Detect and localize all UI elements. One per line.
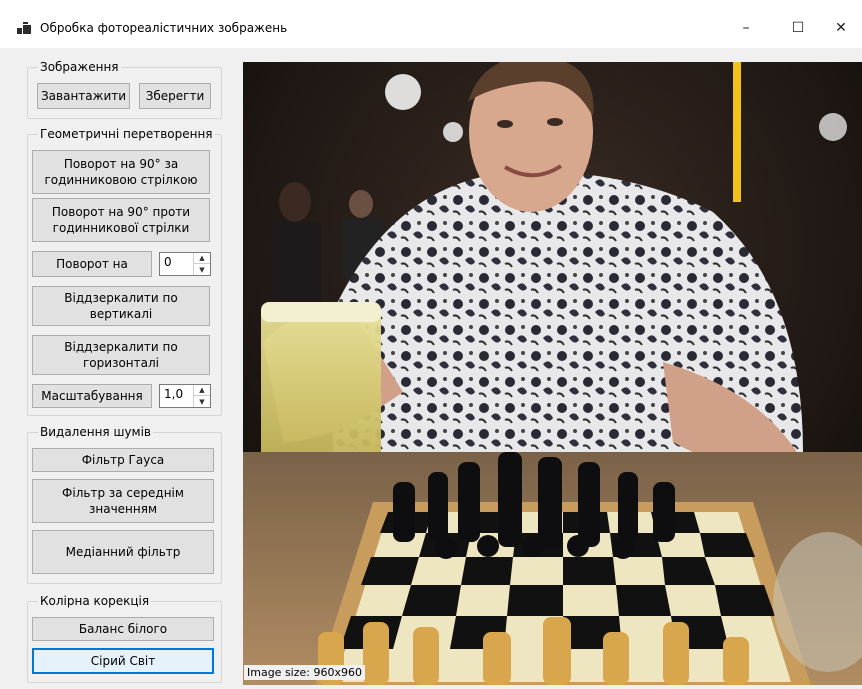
group-image-label: Зображення xyxy=(38,60,121,74)
rotate-by-button[interactable]: Поворот на xyxy=(32,251,152,277)
stepper-arrows[interactable]: ▲ ▼ xyxy=(193,253,210,275)
rotate-angle-value: 0 xyxy=(164,255,172,269)
title-bar: Обробка фотореалістичних зображень – ☐ ✕ xyxy=(0,0,862,48)
window-title: Обробка фотореалістичних зображень xyxy=(40,21,288,35)
load-button[interactable]: Завантажити xyxy=(37,83,130,109)
scale-button[interactable]: Масштабування xyxy=(32,384,152,408)
group-color-label: Колірна корекція xyxy=(38,594,152,608)
scale-value: 1,0 xyxy=(164,387,184,401)
photo-chess-player xyxy=(243,62,862,685)
white-balance-button[interactable]: Баланс білого xyxy=(32,617,214,641)
stepper-arrows[interactable]: ▲ ▼ xyxy=(193,385,210,407)
group-geometry-label: Геометричні перетворення xyxy=(38,127,215,141)
arrow-up-icon[interactable]: ▲ xyxy=(194,253,210,264)
arrow-down-icon[interactable]: ▼ xyxy=(194,396,210,407)
arrow-down-icon[interactable]: ▼ xyxy=(194,264,210,275)
minimize-button[interactable]: – xyxy=(723,12,769,44)
image-size-label: Image size: 960x960 xyxy=(244,665,365,680)
save-button[interactable]: Зберегти xyxy=(139,83,211,109)
group-noise-label: Видалення шумів xyxy=(38,425,153,439)
flip-horizontal-button[interactable]: Віддзеркалити по горизонталі xyxy=(32,335,210,375)
rotate-angle-stepper[interactable]: 0 ▲ ▼ xyxy=(159,252,211,276)
image-preview[interactable] xyxy=(243,62,862,685)
maximize-button[interactable]: ☐ xyxy=(775,12,821,44)
flip-vertical-button[interactable]: Віддзеркалити по вертикалі xyxy=(32,286,210,326)
rotate-ccw-button[interactable]: Поворот на 90° проти годинникової стрілк… xyxy=(32,198,210,242)
rotate-cw-button[interactable]: Поворот на 90° за годинниковою стрілкою xyxy=(32,150,210,194)
mean-filter-button[interactable]: Фільтр за середнім значенням xyxy=(32,479,214,523)
gray-world-button[interactable]: Сірий Світ xyxy=(32,648,214,674)
median-filter-button[interactable]: Медіанний фільтр xyxy=(32,530,214,574)
gauss-filter-button[interactable]: Фільтр Гауса xyxy=(32,448,214,472)
scale-stepper[interactable]: 1,0 ▲ ▼ xyxy=(159,384,211,408)
arrow-up-icon[interactable]: ▲ xyxy=(194,385,210,396)
close-button[interactable]: ✕ xyxy=(818,12,862,44)
app-window-icon xyxy=(17,22,31,34)
